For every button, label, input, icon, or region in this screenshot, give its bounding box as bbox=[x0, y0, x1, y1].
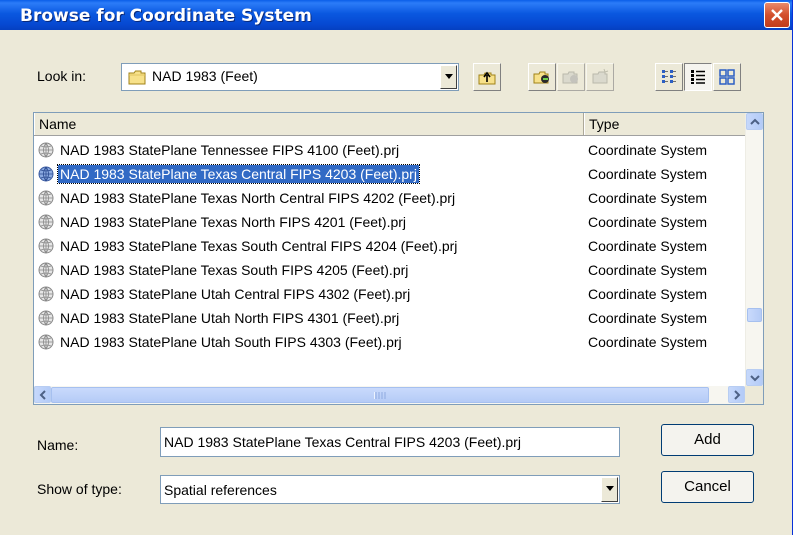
close-icon bbox=[771, 9, 783, 21]
horizontal-scroll-thumb[interactable] bbox=[51, 387, 709, 403]
coordinate-system-globe-icon bbox=[38, 214, 54, 230]
file-name: NAD 1983 StatePlane Texas Central FIPS 4… bbox=[57, 164, 420, 184]
coordinate-system-globe-icon bbox=[38, 142, 54, 158]
up-one-level-button[interactable] bbox=[473, 63, 501, 91]
name-field[interactable]: NAD 1983 StatePlane Texas Central FIPS 4… bbox=[160, 427, 620, 457]
scroll-grip-icon bbox=[374, 392, 386, 399]
file-type: Coordinate System bbox=[588, 190, 708, 206]
show-of-type-label: Show of type: bbox=[37, 481, 122, 497]
coordinate-system-globe-icon bbox=[38, 190, 54, 206]
file-type: Coordinate System bbox=[588, 262, 708, 278]
chevron-up-icon bbox=[750, 118, 760, 125]
scroll-left-button[interactable] bbox=[34, 386, 51, 403]
look-in-value: NAD 1983 (Feet) bbox=[152, 68, 258, 84]
new-item-icon bbox=[592, 68, 609, 84]
scroll-down-button[interactable] bbox=[746, 369, 763, 386]
disconnect-folder-button[interactable] bbox=[557, 63, 585, 91]
details-view-icon bbox=[691, 70, 705, 84]
file-name: NAD 1983 StatePlane Utah North FIPS 4301… bbox=[60, 310, 400, 326]
cancel-button[interactable]: Cancel bbox=[661, 471, 754, 503]
details-view-button[interactable] bbox=[684, 63, 712, 91]
list-view-icon bbox=[662, 70, 676, 83]
file-name: NAD 1983 StatePlane Utah South FIPS 4303… bbox=[60, 334, 402, 350]
list-row[interactable]: NAD 1983 StatePlane Utah Central FIPS 43… bbox=[34, 282, 746, 306]
folder-icon bbox=[128, 70, 146, 85]
thumbnails-view-button[interactable] bbox=[713, 63, 741, 91]
column-header-type[interactable]: Type bbox=[584, 113, 746, 135]
file-name: NAD 1983 StatePlane Texas South FIPS 420… bbox=[60, 262, 409, 278]
title-bar[interactable]: Browse for Coordinate System bbox=[0, 0, 792, 30]
coordinate-system-globe-icon bbox=[38, 166, 54, 182]
new-item-button[interactable] bbox=[586, 63, 614, 91]
coordinate-system-globe-icon bbox=[38, 262, 54, 278]
name-label: Name: bbox=[37, 437, 79, 453]
chevron-right-icon bbox=[734, 390, 741, 400]
column-header-name[interactable]: Name bbox=[34, 113, 584, 135]
chevron-down-icon bbox=[750, 375, 760, 382]
file-name: NAD 1983 StatePlane Tennessee FIPS 4100 … bbox=[60, 142, 400, 158]
file-name: NAD 1983 StatePlane Texas South Central … bbox=[60, 238, 458, 254]
look-in-dropdown[interactable]: NAD 1983 (Feet) bbox=[121, 63, 459, 91]
close-button[interactable] bbox=[764, 2, 790, 28]
file-type: Coordinate System bbox=[588, 166, 708, 182]
list-row[interactable]: NAD 1983 StatePlane Texas North Central … bbox=[34, 186, 746, 210]
file-type: Coordinate System bbox=[588, 334, 708, 350]
list-row-selected[interactable]: NAD 1983 StatePlane Texas Central FIPS 4… bbox=[34, 162, 746, 186]
list-row[interactable]: NAD 1983 StatePlane Utah South FIPS 4303… bbox=[34, 330, 746, 354]
file-type: Coordinate System bbox=[588, 286, 708, 302]
name-field-value: NAD 1983 StatePlane Texas Central FIPS 4… bbox=[164, 434, 521, 450]
list-row[interactable]: NAD 1983 StatePlane Utah North FIPS 4301… bbox=[34, 306, 746, 330]
vertical-scroll-thumb[interactable] bbox=[747, 308, 762, 322]
vertical-scrollbar[interactable] bbox=[745, 113, 763, 386]
dialog-title: Browse for Coordinate System bbox=[20, 6, 312, 26]
thumbnails-view-icon bbox=[719, 69, 735, 85]
connect-folder-icon bbox=[533, 71, 549, 84]
file-name: NAD 1983 StatePlane Utah Central FIPS 43… bbox=[60, 286, 411, 302]
scroll-right-button[interactable] bbox=[728, 386, 745, 403]
coordinate-system-globe-icon bbox=[38, 286, 54, 302]
scrollbar-corner bbox=[745, 386, 763, 404]
horizontal-scrollbar[interactable] bbox=[34, 386, 746, 404]
list-row[interactable]: NAD 1983 StatePlane Texas South FIPS 420… bbox=[34, 258, 746, 282]
show-of-type-dropdown[interactable]: Spatial references bbox=[160, 475, 620, 504]
show-of-type-dropdown-arrow[interactable] bbox=[601, 477, 618, 502]
list-row[interactable]: NAD 1983 StatePlane Tennessee FIPS 4100 … bbox=[34, 138, 746, 162]
disconnect-folder-icon bbox=[562, 71, 578, 84]
file-name: NAD 1983 StatePlane Texas North FIPS 420… bbox=[60, 214, 407, 230]
list-row[interactable]: NAD 1983 StatePlane Texas North FIPS 420… bbox=[34, 210, 746, 234]
list-header: Name Type bbox=[34, 113, 746, 136]
coordinate-system-globe-icon bbox=[38, 238, 54, 254]
up-one-level-icon bbox=[478, 71, 496, 85]
file-type: Coordinate System bbox=[588, 142, 708, 158]
scroll-up-button[interactable] bbox=[746, 113, 763, 130]
list-row[interactable]: NAD 1983 StatePlane Texas South Central … bbox=[34, 234, 746, 258]
dialog-window: Browse for Coordinate System Look in: NA… bbox=[0, 0, 793, 535]
look-in-dropdown-arrow[interactable] bbox=[440, 65, 457, 89]
file-name: NAD 1983 StatePlane Texas North Central … bbox=[60, 190, 456, 206]
file-type: Coordinate System bbox=[588, 238, 708, 254]
look-in-label: Look in: bbox=[37, 68, 87, 84]
file-type: Coordinate System bbox=[588, 214, 708, 230]
coordinate-system-globe-icon bbox=[38, 334, 54, 350]
file-type: Coordinate System bbox=[588, 310, 708, 326]
coordinate-system-globe-icon bbox=[38, 310, 54, 326]
show-of-type-value: Spatial references bbox=[164, 482, 277, 498]
chevron-left-icon bbox=[39, 390, 46, 400]
add-button[interactable]: Add bbox=[661, 424, 754, 456]
connect-folder-button[interactable] bbox=[528, 63, 556, 91]
list-view-button[interactable] bbox=[655, 63, 683, 91]
file-list[interactable]: Name Type NAD 1983 StatePlane Tennessee … bbox=[33, 112, 764, 405]
